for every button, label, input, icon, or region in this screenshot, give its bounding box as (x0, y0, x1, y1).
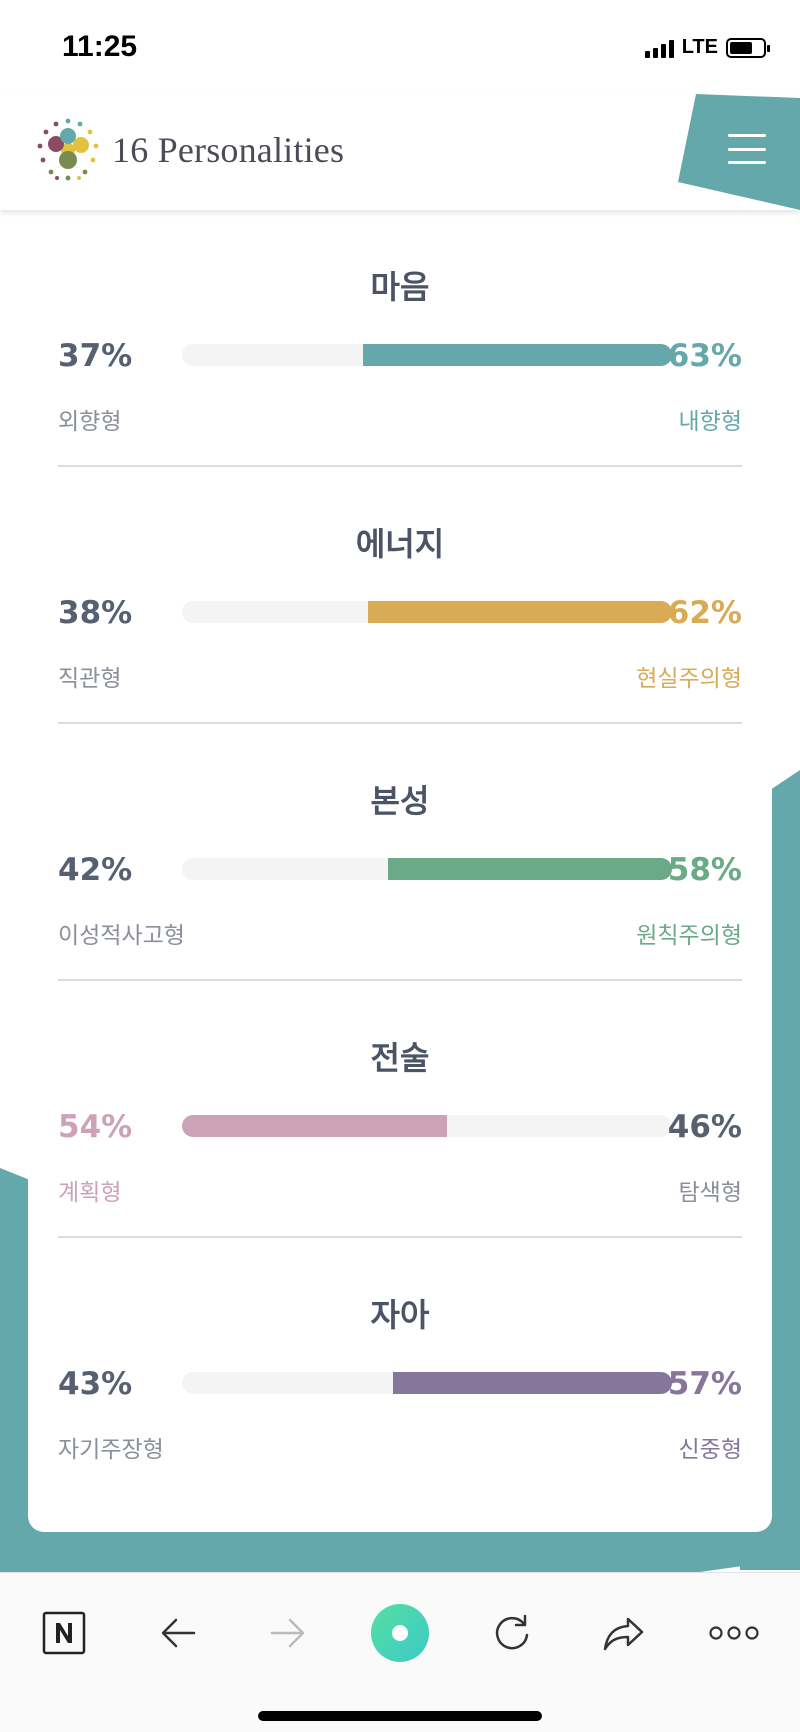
trait-left-label: 계획형 (58, 1180, 122, 1206)
trait-right-percent: 46% (667, 1109, 742, 1145)
signal-icon (644, 38, 674, 58)
refresh-icon[interactable] (480, 1601, 544, 1665)
status-bar: 11:25 LTE (0, 0, 800, 96)
trait-title: 마음 (370, 268, 430, 306)
site-header: 16 Personalities (0, 90, 800, 210)
trait-left-percent: 43% (58, 1366, 133, 1402)
trait-bar (182, 858, 672, 880)
trait-mind: 마음 37% 63% 외향형 내향형 (58, 210, 742, 467)
trait-right-percent: 63% (667, 338, 742, 374)
trait-left-percent: 54% (58, 1109, 133, 1145)
trait-right-label: 신중형 (678, 1437, 742, 1463)
trait-right-label: 원칙주의형 (636, 923, 742, 949)
trait-title: 전술 (370, 1039, 430, 1077)
trait-energy: 에너지 38% 62% 직관형 현실주의형 (58, 467, 742, 724)
hamburger-menu-icon (728, 134, 766, 164)
share-icon[interactable] (592, 1601, 656, 1665)
trait-bar-fill (392, 1372, 672, 1394)
trait-identity: 자아 43% 57% 자기주장형 신중형 (58, 1238, 742, 1495)
trait-nature: 본성 42% 58% 이성적사고형 원칙주의형 (58, 724, 742, 981)
logo-dots-icon (37, 118, 99, 181)
home-indicator (258, 1711, 542, 1721)
trait-bar-fill (363, 344, 672, 366)
battery-icon (726, 37, 770, 58)
trait-title: 자아 (370, 1296, 430, 1334)
logo[interactable]: 16 Personalities (30, 112, 344, 188)
more-options-icon[interactable] (702, 1601, 766, 1665)
trait-left-percent: 38% (58, 595, 133, 631)
trait-bar (182, 344, 672, 366)
trait-left-percent: 42% (58, 852, 133, 888)
trait-left-label: 이성적사고형 (58, 923, 185, 949)
trait-right-label: 현실주의형 (636, 666, 742, 692)
trait-left-label: 자기주장형 (58, 1437, 164, 1463)
trait-title: 본성 (370, 782, 430, 820)
trait-right-percent: 58% (667, 852, 742, 888)
logo-text: 16 Personalities (112, 130, 345, 170)
trait-right-label: 내향형 (678, 409, 742, 435)
status-time: 11:25 (62, 30, 138, 63)
trait-bar (182, 1372, 672, 1394)
trait-right-percent: 62% (667, 595, 742, 631)
network-label: LTE (681, 36, 718, 58)
trait-bar (182, 1115, 672, 1137)
trait-title: 에너지 (355, 525, 445, 563)
traits-card: 마음 37% 63% 외향형 내향형 에너지 38% 62% 직관형 현실주의형… (28, 210, 772, 1532)
trait-bar-fill (182, 1115, 447, 1137)
trait-left-label: 외향형 (58, 409, 122, 435)
trait-right-label: 탐색형 (678, 1180, 742, 1206)
home-circle-icon[interactable] (368, 1601, 432, 1665)
forward-arrow-icon[interactable] (256, 1601, 320, 1665)
trait-left-percent: 37% (58, 338, 133, 374)
browser-toolbar (0, 1572, 800, 1732)
trait-bar-fill (387, 858, 672, 880)
trait-tactics: 전술 54% 46% 계획형 탐색형 (58, 981, 742, 1238)
trait-bar-fill (368, 601, 672, 623)
trait-left-label: 직관형 (58, 666, 122, 692)
status-indicators: LTE (644, 36, 770, 59)
trait-bar (182, 601, 672, 623)
back-arrow-icon[interactable] (146, 1601, 210, 1665)
trait-right-percent: 57% (667, 1366, 742, 1402)
naver-n-icon[interactable] (32, 1601, 96, 1665)
menu-button[interactable] (678, 94, 800, 210)
